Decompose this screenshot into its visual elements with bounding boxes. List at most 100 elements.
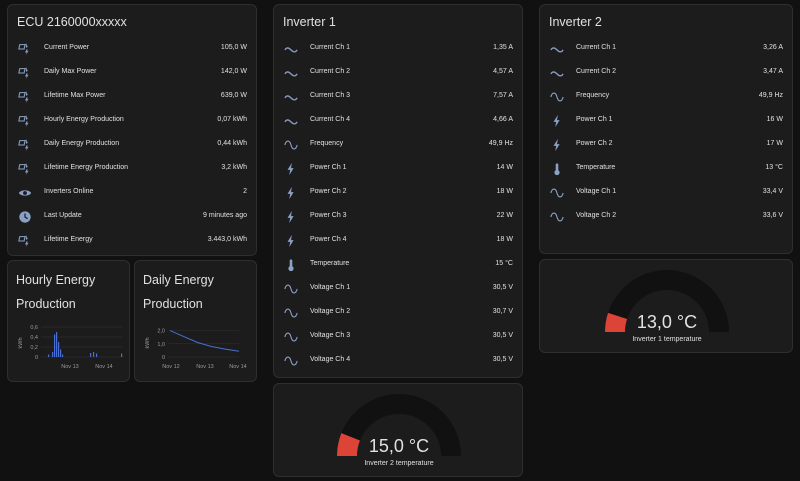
- entity-label: Lifetime Energy Production: [44, 164, 129, 171]
- entity-value: 49,9 Hz: [488, 140, 513, 147]
- entity-label: Power Ch 4: [310, 236, 347, 243]
- inverter-2-temperature-gauge-card[interactable]: 15,0 °C Inverter 2 temperature: [273, 383, 523, 477]
- y-tick-label: 1,0: [157, 342, 165, 348]
- data-bar: [90, 353, 92, 357]
- entity-label: Power Ch 2: [310, 188, 347, 195]
- entity-row[interactable]: Daily Max Power 142,0 W: [8, 61, 256, 85]
- entity-row[interactable]: Power Ch 3 22 W: [274, 205, 522, 229]
- entity-row[interactable]: Power Ch 1 14 W: [274, 157, 522, 181]
- entity-row[interactable]: Frequency 49,9 Hz: [540, 85, 792, 109]
- entity-value: 17 W: [766, 140, 783, 147]
- entity-value: 22 W: [496, 212, 513, 219]
- entity-label: Daily Energy Production: [44, 140, 120, 147]
- entity-value: 2: [243, 188, 247, 195]
- eye-icon: [16, 184, 34, 202]
- daily-energy-title: Daily Energy Production: [143, 268, 214, 316]
- entity-row[interactable]: Power Ch 1 16 W: [540, 109, 792, 133]
- inverter-1-temperature-value: 13,0 °C: [636, 312, 698, 332]
- entity-row[interactable]: Frequency 49,9 Hz: [274, 133, 522, 157]
- entity-row[interactable]: Voltage Ch 2 30,7 V: [274, 301, 522, 325]
- entity-value: 639,0 W: [220, 92, 247, 99]
- entity-row[interactable]: Hourly Energy Production 0,07 kWh: [8, 109, 256, 133]
- entity-row[interactable]: Temperature 13 °C: [540, 157, 792, 181]
- entity-row[interactable]: Lifetime Energy 3.443,0 kWh: [8, 229, 256, 253]
- entity-row[interactable]: Lifetime Energy Production 3,2 kWh: [8, 157, 256, 181]
- entity-row[interactable]: Daily Energy Production 0,44 kWh: [8, 133, 256, 157]
- daily-energy-card[interactable]: Daily Energy Production 2,0 1,0 0 kWh Nov 12…: [134, 260, 257, 382]
- current-ac-icon: [548, 40, 566, 58]
- x-tick-label: Nov 14: [229, 364, 246, 370]
- entity-label: Lifetime Energy: [44, 236, 93, 243]
- entity-row[interactable]: Current Power 105,0 W: [8, 37, 256, 61]
- entity-label: Voltage Ch 4: [310, 356, 351, 363]
- entity-row[interactable]: Voltage Ch 1 30,5 V: [274, 277, 522, 301]
- entity-row[interactable]: Current Ch 1 1,35 A: [274, 37, 522, 61]
- entity-row[interactable]: Power Ch 2 18 W: [274, 181, 522, 205]
- entity-row[interactable]: Voltage Ch 3 30,5 V: [274, 325, 522, 349]
- entity-row[interactable]: Current Ch 1 3,26 A: [540, 37, 792, 61]
- entity-label: Current Ch 2: [576, 68, 617, 75]
- entity-value: 9 minutes ago: [203, 212, 247, 219]
- entity-row[interactable]: Current Ch 3 7,57 A: [274, 85, 522, 109]
- entity-value: 30,5 V: [492, 332, 513, 339]
- entity-row[interactable]: Temperature 15 °C: [274, 253, 522, 277]
- sine-wave-icon: [282, 304, 300, 322]
- entity-label: Voltage Ch 3: [310, 332, 351, 339]
- y-tick-label: 0,6: [30, 325, 38, 331]
- inverter-1-title: Inverter 1: [283, 15, 336, 29]
- entity-label: Voltage Ch 2: [576, 212, 617, 219]
- hourly-title-line2: Production: [16, 297, 76, 311]
- y-tick-label: 0,2: [30, 345, 38, 351]
- entity-row[interactable]: Power Ch 2 17 W: [540, 133, 792, 157]
- entity-row[interactable]: Voltage Ch 1 33,4 V: [540, 181, 792, 205]
- entity-label: Inverters Online: [44, 188, 94, 195]
- data-bar: [93, 352, 95, 357]
- entity-label: Current Ch 1: [310, 44, 351, 51]
- solar-power-icon: [16, 64, 34, 82]
- entity-row[interactable]: Lifetime Max Power 639,0 W: [8, 85, 256, 109]
- entity-label: Power Ch 2: [576, 140, 613, 147]
- entity-value: 3.443,0 kWh: [207, 236, 247, 243]
- entity-row[interactable]: Last Update 9 minutes ago: [8, 205, 256, 229]
- entity-row[interactable]: Voltage Ch 4 30,5 V: [274, 349, 522, 373]
- entity-row[interactable]: Inverters Online 2: [8, 181, 256, 205]
- y-tick-label: 2,0: [157, 329, 165, 335]
- y-tick-label: 0,4: [30, 335, 38, 341]
- flash-icon: [282, 184, 300, 202]
- entity-label: Daily Max Power: [44, 68, 97, 75]
- entity-label: Voltage Ch 1: [576, 188, 617, 195]
- entity-value: 33,4 V: [762, 188, 783, 195]
- sine-wave-icon: [548, 184, 566, 202]
- data-bar: [121, 353, 123, 357]
- entity-value: 7,57 A: [493, 92, 513, 99]
- entity-row[interactable]: Current Ch 2 4,57 A: [274, 61, 522, 85]
- entity-row[interactable]: Voltage Ch 2 33,6 V: [540, 205, 792, 229]
- entity-value: 0,44 kWh: [217, 140, 247, 147]
- entity-value: 15 °C: [495, 260, 513, 267]
- data-bar: [54, 334, 56, 357]
- entity-label: Voltage Ch 2: [310, 308, 351, 315]
- thermometer-icon: [548, 160, 566, 178]
- flash-icon: [282, 232, 300, 250]
- data-bar: [62, 354, 64, 357]
- entity-label: Last Update: [44, 212, 82, 219]
- entity-row[interactable]: Power Ch 4 18 W: [274, 229, 522, 253]
- entity-row[interactable]: Current Ch 4 4,66 A: [274, 109, 522, 133]
- entity-value: 4,66 A: [493, 116, 513, 123]
- entity-value: 16 W: [766, 116, 783, 123]
- entity-value: 4,57 A: [493, 68, 513, 75]
- inverter-1-temperature-gauge-card[interactable]: 13,0 °C Inverter 1 temperature: [539, 259, 793, 353]
- entity-label: Power Ch 1: [576, 116, 613, 123]
- entity-label: Lifetime Max Power: [44, 92, 106, 99]
- entity-value: 49,9 Hz: [758, 92, 783, 99]
- daily-energy-chart[interactable]: 2,0 1,0 0 kWh Nov 12 Nov 13 Nov 14: [135, 321, 258, 381]
- hourly-energy-card[interactable]: Hourly Energy Production 0,6 0,4 0,2 0 kWh No…: [7, 260, 130, 382]
- y-tick-label: 0: [162, 355, 165, 361]
- flash-icon: [282, 208, 300, 226]
- entity-row[interactable]: Current Ch 2 3,47 A: [540, 61, 792, 85]
- entity-value: 30,7 V: [492, 308, 513, 315]
- entity-value: 30,5 V: [492, 284, 513, 291]
- entity-value: 0,07 kWh: [217, 116, 247, 123]
- inverter-2-card: Inverter 2 Current Ch 1 3,26 A Current Ch …: [539, 4, 793, 254]
- hourly-energy-chart[interactable]: 0,6 0,4 0,2 0 kWh Nov 13 Nov 14: [8, 321, 131, 381]
